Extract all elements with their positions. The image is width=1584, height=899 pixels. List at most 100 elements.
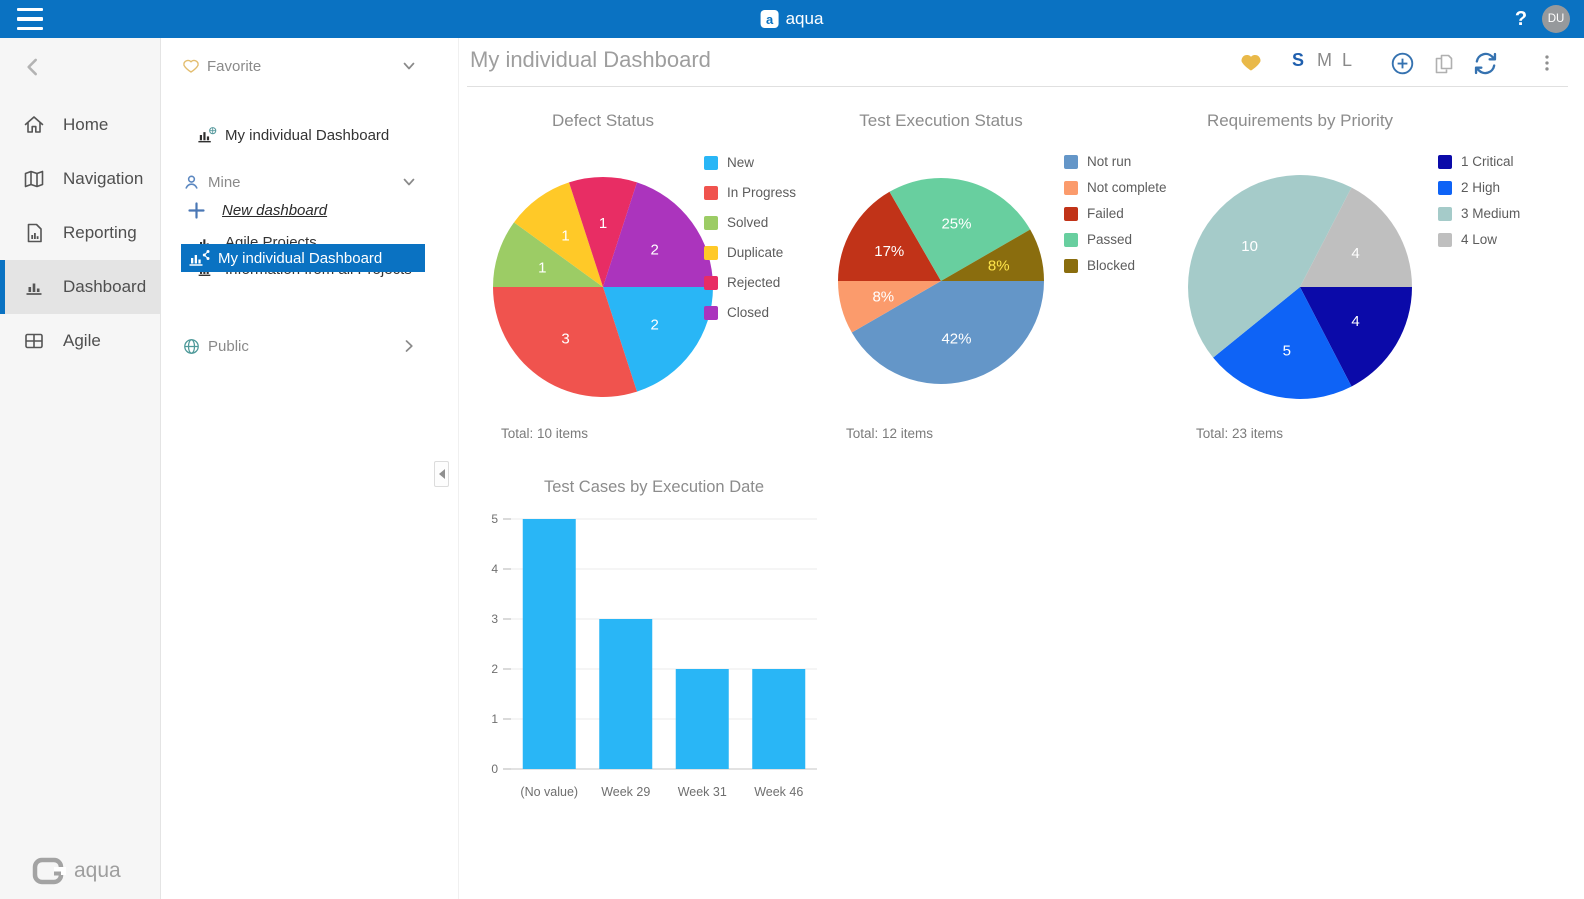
new-dashboard-item[interactable]: New dashboard xyxy=(161,197,459,223)
dashboard-item-label: My individual Dashboard xyxy=(218,250,382,267)
sidebar-item-dashboard[interactable]: Dashboard xyxy=(0,260,160,314)
legend-item[interactable]: Duplicate xyxy=(704,245,783,260)
legend-item[interactable]: 3 Medium xyxy=(1438,206,1520,221)
legend-label: In Progress xyxy=(727,185,796,200)
y-axis-tick-label: 2 xyxy=(491,662,498,676)
legend-swatch xyxy=(704,186,718,200)
top-bar: a aqua ? DU xyxy=(0,0,1584,38)
legend-label: 2 High xyxy=(1461,180,1500,195)
legend-item[interactable]: Solved xyxy=(704,215,768,230)
legend-swatch xyxy=(1438,207,1452,221)
sidebar-item-navigation[interactable]: Navigation xyxy=(0,152,160,206)
user-avatar[interactable]: DU xyxy=(1542,5,1570,33)
hamburger-menu-icon[interactable] xyxy=(17,8,43,30)
legend-item[interactable]: Not run xyxy=(1064,154,1131,169)
legend-label: Not run xyxy=(1087,154,1131,169)
requirements-by-priority-pie-chart[interactable]: 45104 xyxy=(1160,100,1584,460)
sidebar-item-reporting[interactable]: Reporting xyxy=(0,206,160,260)
widget-title: Test Cases by Execution Date xyxy=(465,478,843,497)
widget-test-execution-status: Test Execution Status 42%8%17%25%8% Not … xyxy=(810,100,1184,460)
aqua-footer-logo-icon xyxy=(30,855,66,887)
y-axis-tick-label: 0 xyxy=(491,762,498,776)
favorite-heart-button[interactable] xyxy=(1239,51,1263,79)
heart-outline-icon xyxy=(182,57,200,75)
legend-item[interactable]: 1 Critical xyxy=(1438,154,1514,169)
chevron-down-icon[interactable] xyxy=(399,56,419,81)
favorite-dashboard-item[interactable]: My individual Dashboard xyxy=(161,122,459,148)
legend-swatch xyxy=(1064,155,1078,169)
legend-item[interactable]: 2 High xyxy=(1438,180,1500,195)
main-sidebar: Home Navigation Reporting Dashboard xyxy=(0,38,161,899)
y-axis-tick-label: 3 xyxy=(491,612,498,626)
widget-total: Total: 23 items xyxy=(1196,426,1283,441)
pie-slice-label: 42% xyxy=(941,331,971,348)
bar-week-46[interactable] xyxy=(752,669,805,769)
legend-label: 1 Critical xyxy=(1461,154,1514,169)
new-dashboard-label: New dashboard xyxy=(222,202,327,219)
page-title: My individual Dashboard xyxy=(470,47,711,73)
more-options-button[interactable] xyxy=(1536,52,1558,79)
chevron-right-icon[interactable] xyxy=(399,336,419,361)
bar--no-value-[interactable] xyxy=(523,519,576,769)
plus-circle-icon xyxy=(1390,51,1415,76)
legend-swatch xyxy=(1064,207,1078,221)
legend-item[interactable]: Not complete xyxy=(1064,180,1167,195)
header-divider xyxy=(467,86,1568,87)
legend-label: Not complete xyxy=(1087,180,1167,195)
app-logo: a aqua xyxy=(761,0,824,38)
favorite-section-header[interactable]: Favorite xyxy=(161,53,459,79)
sidebar-footer-logo: aqua xyxy=(30,855,121,887)
user-icon xyxy=(182,173,201,192)
test-cases-bar-chart[interactable]: 012345(No value)Week 29Week 31Week 46 xyxy=(465,465,845,810)
dashboard-item-my-individual-dashboard-selected[interactable]: My individual Dashboard xyxy=(181,244,425,272)
board-grid-icon xyxy=(22,329,46,353)
sidebar-item-label: Home xyxy=(63,115,108,135)
legend-swatch xyxy=(704,276,718,290)
map-icon xyxy=(22,167,46,191)
add-widget-button[interactable] xyxy=(1390,51,1415,81)
pie-slice-label: 1 xyxy=(599,215,607,232)
x-axis-category-label: Week 46 xyxy=(754,785,803,799)
legend-item[interactable]: Passed xyxy=(1064,232,1132,247)
legend-item[interactable]: New xyxy=(704,155,754,170)
help-button[interactable]: ? xyxy=(1508,6,1534,32)
pie-slice-label: 4 xyxy=(1351,245,1359,262)
bar-week-29[interactable] xyxy=(599,619,652,769)
pie-slice-label: 1 xyxy=(561,227,569,244)
sidebar-item-home[interactable]: Home xyxy=(0,98,160,152)
legend-swatch xyxy=(1064,181,1078,195)
shared-badge-icon xyxy=(203,250,210,260)
mine-section-header[interactable]: Mine xyxy=(161,169,459,195)
size-small-button[interactable]: S xyxy=(1292,50,1304,71)
pie-slice-label: 1 xyxy=(538,259,546,276)
dashboards-panel: Favorite My individual Dashboard Mine xyxy=(161,38,459,899)
sidebar-item-label: Navigation xyxy=(63,169,143,189)
legend-swatch xyxy=(704,156,718,170)
collapse-sidebar-chevron-icon[interactable] xyxy=(20,54,46,80)
size-large-button[interactable]: L xyxy=(1342,50,1352,71)
size-medium-button[interactable]: M xyxy=(1317,50,1332,71)
widget-title: Test Execution Status xyxy=(810,111,1072,131)
legend-label: Closed xyxy=(727,305,769,320)
bar-week-31[interactable] xyxy=(676,669,729,769)
legend-item[interactable]: In Progress xyxy=(704,185,796,200)
chevron-down-icon[interactable] xyxy=(399,172,419,197)
legend-item[interactable]: Rejected xyxy=(704,275,780,290)
legend-item[interactable]: Failed xyxy=(1064,206,1124,221)
legend-label: Solved xyxy=(727,215,768,230)
legend-label: Duplicate xyxy=(727,245,783,260)
triangle-left-icon xyxy=(439,469,445,479)
legend-item[interactable]: Blocked xyxy=(1064,258,1135,273)
sidebar-item-agile[interactable]: Agile xyxy=(0,314,160,368)
pie-slice-label: 5 xyxy=(1283,343,1291,360)
plus-icon xyxy=(188,202,205,219)
public-section-header[interactable]: Public xyxy=(161,333,459,359)
panel-collapse-handle[interactable] xyxy=(434,461,449,487)
dashboard-chart-icon xyxy=(196,125,217,145)
legend-item[interactable]: Closed xyxy=(704,305,769,320)
copy-dashboard-button[interactable] xyxy=(1432,52,1456,81)
legend-item[interactable]: 4 Low xyxy=(1438,232,1497,247)
refresh-button[interactable] xyxy=(1472,50,1499,82)
aqua-logo-icon: a xyxy=(761,10,779,28)
x-axis-category-label: Week 31 xyxy=(678,785,727,799)
